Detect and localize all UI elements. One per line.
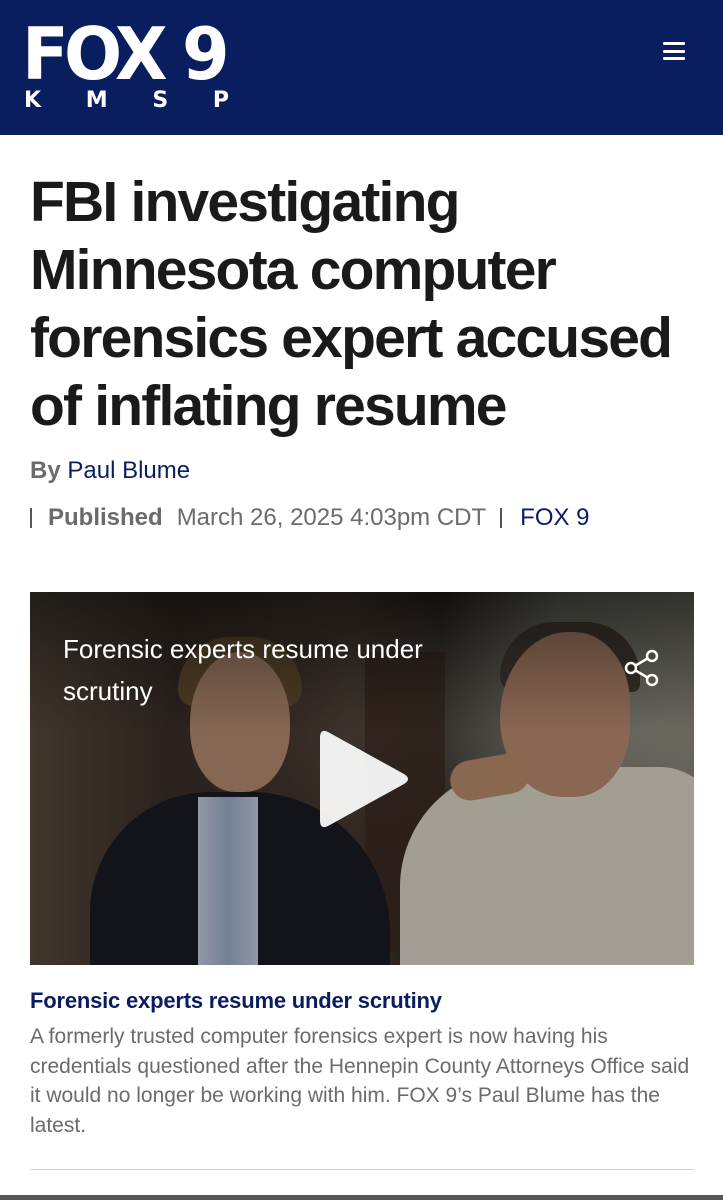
divider-bar [500, 508, 503, 528]
video-overlay-title: Forensic experts resume under scrutiny [63, 634, 423, 706]
play-icon[interactable] [316, 724, 412, 834]
site-header: FOX 9 K M S P [0, 0, 723, 135]
hamburger-menu-icon[interactable] [663, 42, 685, 60]
published-label: Published [48, 504, 163, 531]
share-icon[interactable] [622, 648, 662, 688]
section-divider [30, 1169, 694, 1170]
article-headline: FBI investigating Minnesota computer for… [30, 170, 673, 438]
video-player[interactable]: Forensic experts resume under scrutiny [30, 592, 694, 965]
byline-prefix: By [30, 457, 61, 484]
published-date: March 26, 2025 4:03pm CDT [176, 504, 487, 531]
byline: By Paul Blume [30, 456, 190, 486]
logo-main-text: FOX 9 [22, 12, 230, 96]
bottom-edge-strip [0, 1195, 723, 1200]
fox9-logo[interactable]: FOX 9 K M S P [22, 12, 236, 114]
publish-meta: Published March 26, 2025 4:03pm CDT FOX … [30, 503, 590, 533]
video-caption-description: A formerly trusted computer forensics ex… [30, 1025, 690, 1137]
divider-bar [30, 508, 32, 528]
author-link[interactable]: Paul Blume [67, 457, 190, 484]
video-caption-title[interactable]: Forensic experts resume under scrutiny [30, 986, 442, 1016]
source-link[interactable]: FOX 9 [520, 503, 589, 533]
